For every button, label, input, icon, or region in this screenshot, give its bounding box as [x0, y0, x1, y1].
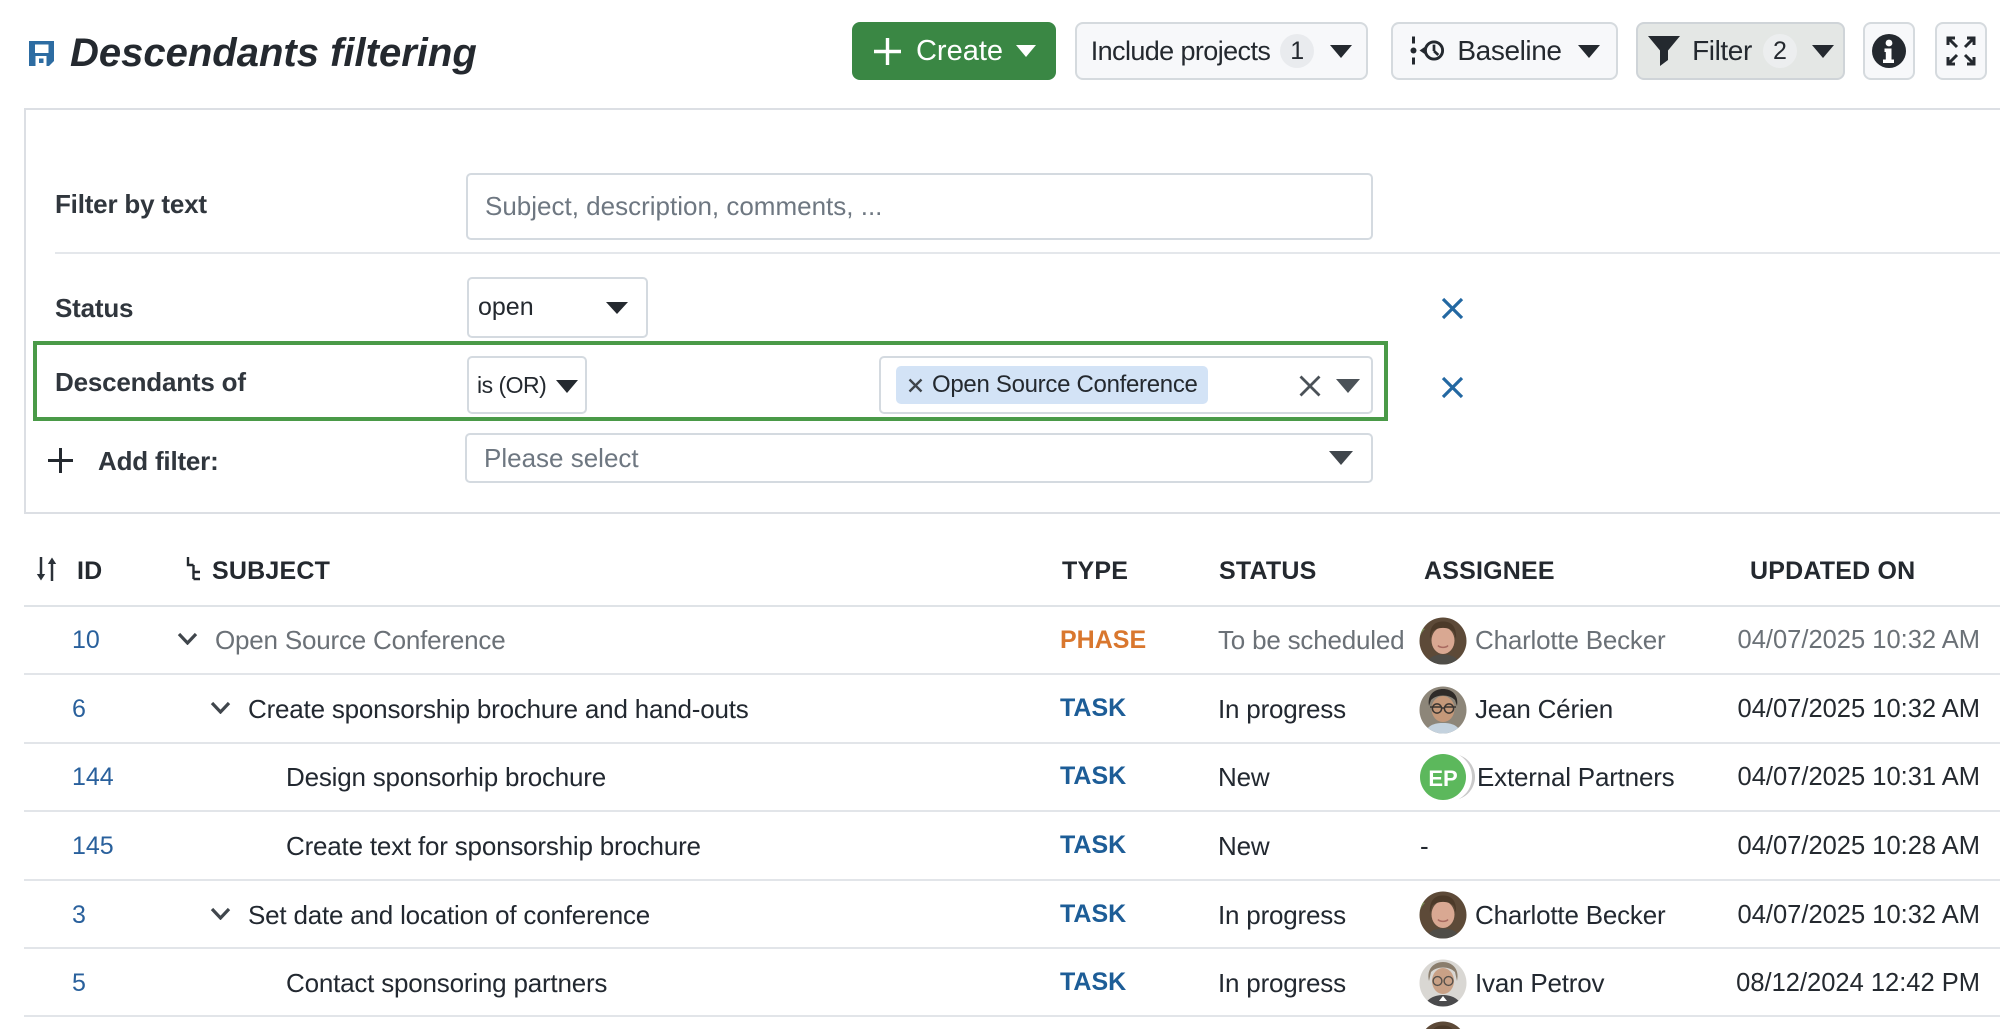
svg-text:EP: EP: [1428, 766, 1457, 791]
